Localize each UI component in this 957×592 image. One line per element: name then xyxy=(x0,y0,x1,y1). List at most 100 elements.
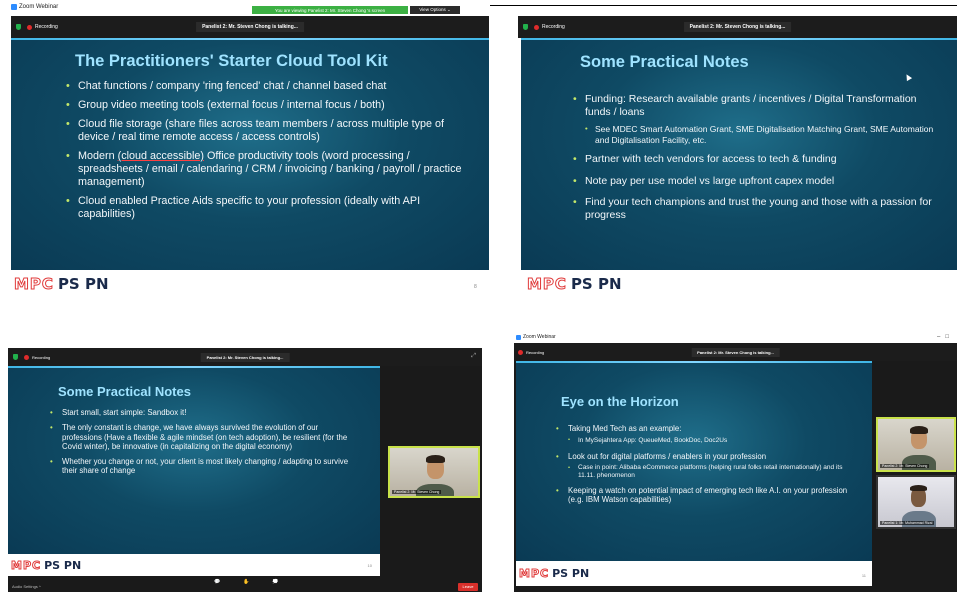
speaker-video-tile-2[interactable]: Panelist 1: Mr. Muhammad Rizal xyxy=(876,475,956,529)
bullet-med-tech: Taking Med Tech as an example: xyxy=(556,424,856,434)
slide: Some Practical Notes Funding: Research a… xyxy=(521,38,957,270)
bullet-grants: See MDEC Smart Automation Grant, SME Dig… xyxy=(573,124,943,145)
meeting-top-bar: Recording Panelist 2: Mr. Steven Chong i… xyxy=(11,16,489,38)
recording-label: Recording xyxy=(526,349,545,355)
bullet-constant-change: The only constant is change, we have alw… xyxy=(50,423,360,451)
view-options-label: View Options ⌄ xyxy=(419,7,451,12)
bullet-storage: Cloud file storage (share files across t… xyxy=(66,118,466,144)
slide-logo-band: MPC PS PN xyxy=(521,270,957,298)
slide-bullets: Taking Med Tech as an example: In MySeja… xyxy=(556,424,856,504)
talking-indicator: Panelist 2: Mr. Steven Chong is talking.… xyxy=(691,347,780,357)
recording-label: Recording xyxy=(35,24,58,30)
mpc-logo: MPC xyxy=(527,275,567,294)
window-controls[interactable]: – □ xyxy=(937,334,949,340)
recording-dot-icon xyxy=(24,354,29,360)
slide-accent-strip xyxy=(521,38,957,40)
mpc-logo: MPC xyxy=(10,558,42,572)
bullet-chat: Chat functions / company 'ring fenced' c… xyxy=(66,80,466,93)
speaker-name: Panelist 2: Mr. Steven Chong xyxy=(392,490,442,494)
audio-settings[interactable]: Audio Settings ^ xyxy=(12,584,41,589)
speaker-name-2: Panelist 1: Mr. Muhammad Rizal xyxy=(880,521,935,525)
slide: The Practitioners' Starter Cloud Tool Ki… xyxy=(11,38,489,270)
viewing-notice: You are viewing Panelist 2: Mr. Steven C… xyxy=(252,6,408,14)
pspn-logo: PS PN xyxy=(44,558,82,572)
talking-indicator: Panelist 2: Mr. Steven Chong is talking.… xyxy=(683,22,792,32)
slide-title: Eye on the Horizon xyxy=(561,394,679,409)
pspn-logo: PS PN xyxy=(552,567,590,580)
panel-top-left: Zoom Webinar You are viewing Panelist 2:… xyxy=(0,0,490,300)
recording-dot-icon xyxy=(518,349,523,355)
app-title: Zoom Webinar xyxy=(19,4,59,10)
mpc-logo: MPC xyxy=(518,567,550,581)
slide-title: The Practitioners' Starter Cloud Tool Ki… xyxy=(75,52,388,70)
slide: Eye on the Horizon Taking Med Tech as an… xyxy=(516,361,872,561)
speaker-hair xyxy=(426,455,445,463)
bullet-video: Group video meeting tools (external focu… xyxy=(66,99,466,112)
slide-title: Some Practical Notes xyxy=(580,53,749,71)
slide-bullets: Funding: Research available grants / inc… xyxy=(573,93,943,221)
viewing-notice-text: You are viewing Panelist 2: Mr. Steven C… xyxy=(274,7,386,13)
bullet-champions: Find your tech champions and trust the y… xyxy=(573,196,943,221)
zoom-window-title: Zoom Webinar xyxy=(516,334,556,340)
expand-icon[interactable]: ⤢ xyxy=(471,353,476,360)
mpc-logo: MPC xyxy=(14,275,54,294)
panel-bottom-right: Zoom Webinar – □ Recording Panelist 2: M… xyxy=(514,332,957,592)
recording-label: Recording xyxy=(542,24,565,30)
bullet-office: Modern (cloud accessible) Office product… xyxy=(66,150,466,189)
bullet-mysejahtera: In MySejahtera App: QueueMed, BookDoc, D… xyxy=(556,436,856,446)
top-divider xyxy=(490,5,957,6)
zoom-logo-icon xyxy=(11,4,17,10)
page-number: 10 xyxy=(367,563,372,568)
bullet-digital-platforms: Look out for digital platforms / enabler… xyxy=(556,452,856,462)
raise-hand-icon[interactable]: ✋ xyxy=(243,579,249,585)
slide: Some Practical Notes Start small, start … xyxy=(8,366,380,554)
speaker-shirt xyxy=(902,511,936,527)
bullet-partner: Partner with tech vendors for access to … xyxy=(573,153,943,166)
bullet-start-small: Start small, start simple: Sandbox it! xyxy=(50,408,360,418)
pspn-logo: PS PN xyxy=(570,275,622,293)
meeting-top-bar: Recording Panelist 2: Mr. Steven Chong i… xyxy=(514,343,957,361)
slide-logo-band: MPC PS PN xyxy=(11,270,489,298)
bullet-client-changing: Whether you change or not, your client i… xyxy=(50,457,360,476)
zoom-window-bar: Zoom Webinar – □ xyxy=(514,332,957,343)
mouse-cursor-icon xyxy=(903,72,913,82)
speaker-name-1: Panelist 2: Mr. Steven Chong xyxy=(880,464,930,468)
zoom-logo-icon xyxy=(516,334,521,340)
speaker-video-tile[interactable]: Panelist 2: Mr. Steven Chong xyxy=(388,446,480,498)
app-title: Zoom Webinar xyxy=(523,334,556,340)
slide-bullets: Chat functions / company 'ring fenced' c… xyxy=(66,80,466,221)
chat-icon[interactable]: 💬 xyxy=(214,579,220,585)
security-shield-icon xyxy=(13,354,18,360)
slide-accent-strip xyxy=(11,38,489,40)
bullet-emerging-tech: Keeping a watch on potential impact of e… xyxy=(556,486,856,505)
bullet-practice-aids: Cloud enabled Practice Aids specific to … xyxy=(66,195,466,221)
speaker-hair xyxy=(910,485,927,491)
speaker-video-tile-1[interactable]: Panelist 2: Mr. Steven Chong xyxy=(876,417,956,472)
security-shield-icon xyxy=(16,24,21,30)
recording-dot-icon xyxy=(27,24,32,30)
leave-button[interactable]: Leave xyxy=(458,583,478,591)
slide-bullets: Start small, start simple: Sandbox it! T… xyxy=(50,408,360,476)
slide-logo-band: MPC PS PN 10 xyxy=(8,554,380,576)
bottom-control-bar: Audio Settings ^ 💬 ✋ 💭 Leave xyxy=(8,576,482,592)
qa-icon[interactable]: 💭 xyxy=(272,579,278,585)
bullet-office-underlined: (cloud accessible) xyxy=(117,150,205,162)
speaker-hair xyxy=(910,426,928,434)
meeting-top-bar: Recording Panelist 2: Mr. Steven Chong i… xyxy=(518,16,957,38)
slide-accent-strip xyxy=(516,361,872,363)
panel-top-right: Recording Panelist 2: Mr. Steven Chong i… xyxy=(518,16,957,300)
bullet-office-prefix: Modern xyxy=(78,150,118,162)
recording-dot-icon xyxy=(534,24,539,30)
bullet-pay-per-use: Note pay per use model vs large upfront … xyxy=(573,175,943,188)
view-options-button[interactable]: View Options ⌄ xyxy=(410,6,460,14)
slide-logo-band: MPC PS PN 11 xyxy=(516,561,872,586)
zoom-window-title: Zoom Webinar xyxy=(11,4,58,10)
talking-indicator: Panelist 2: Mr. Steven Chong is talking.… xyxy=(200,352,290,362)
recording-label: Recording xyxy=(32,354,51,360)
bullet-alibaba: Case in point: Alibaba eCommerce platfor… xyxy=(556,464,856,480)
slide-title: Some Practical Notes xyxy=(58,384,191,399)
pspn-logo: PS PN xyxy=(57,275,109,293)
page-number: 11 xyxy=(861,573,866,578)
security-shield-icon xyxy=(523,24,528,30)
bullet-funding: Funding: Research available grants / inc… xyxy=(573,93,943,118)
